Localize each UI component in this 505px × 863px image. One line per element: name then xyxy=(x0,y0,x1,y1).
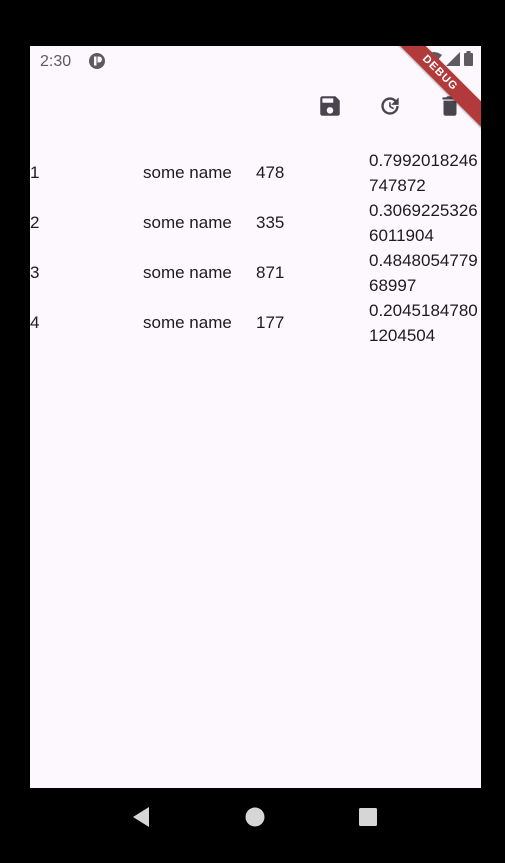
refresh-button[interactable] xyxy=(362,80,418,136)
row-value: 871 xyxy=(256,263,285,282)
row-value: 335 xyxy=(256,213,285,232)
system-nav-bar xyxy=(30,788,481,848)
home-icon xyxy=(245,807,265,832)
battery-icon xyxy=(464,51,473,71)
status-time: 2:30 xyxy=(40,53,72,70)
list-item: 2 some name 335 0.30692253266011904 xyxy=(30,198,481,248)
recents-icon xyxy=(358,807,378,832)
row-name: some name xyxy=(143,213,232,232)
refresh-icon xyxy=(377,93,403,124)
back-icon xyxy=(131,806,151,833)
row-value: 478 xyxy=(256,163,285,182)
device-frame: 2:30 1 some name 478 0.7992018246747872 … xyxy=(0,0,505,863)
app-notification-icon xyxy=(88,52,106,70)
recents-button[interactable] xyxy=(353,804,383,834)
row-random: 0.484805477968997 xyxy=(369,251,478,295)
row-id: 4 xyxy=(30,313,40,332)
row-random: 0.30692253266011904 xyxy=(369,201,478,245)
list-item: 3 some name 871 0.484805477968997 xyxy=(30,248,481,298)
row-id: 2 xyxy=(30,213,40,232)
row-value: 177 xyxy=(256,313,285,332)
row-name: some name xyxy=(143,313,232,332)
row-name: some name xyxy=(143,163,232,182)
save-icon xyxy=(317,93,343,124)
save-button[interactable] xyxy=(302,80,358,136)
row-id: 3 xyxy=(30,263,40,282)
app-screen: 2:30 1 some name 478 0.7992018246747872 … xyxy=(30,46,481,788)
back-button[interactable] xyxy=(126,804,156,834)
row-id: 1 xyxy=(30,163,40,182)
row-random: 0.7992018246747872 xyxy=(369,151,478,195)
row-name: some name xyxy=(143,263,232,282)
home-button[interactable] xyxy=(240,804,270,834)
list-item: 4 some name 177 0.20451847801204504 xyxy=(30,298,481,348)
list-item: 1 some name 478 0.7992018246747872 xyxy=(30,148,481,198)
app-bar xyxy=(30,78,481,142)
row-random: 0.20451847801204504 xyxy=(369,301,478,345)
data-list: 1 some name 478 0.7992018246747872 2 som… xyxy=(30,148,481,348)
